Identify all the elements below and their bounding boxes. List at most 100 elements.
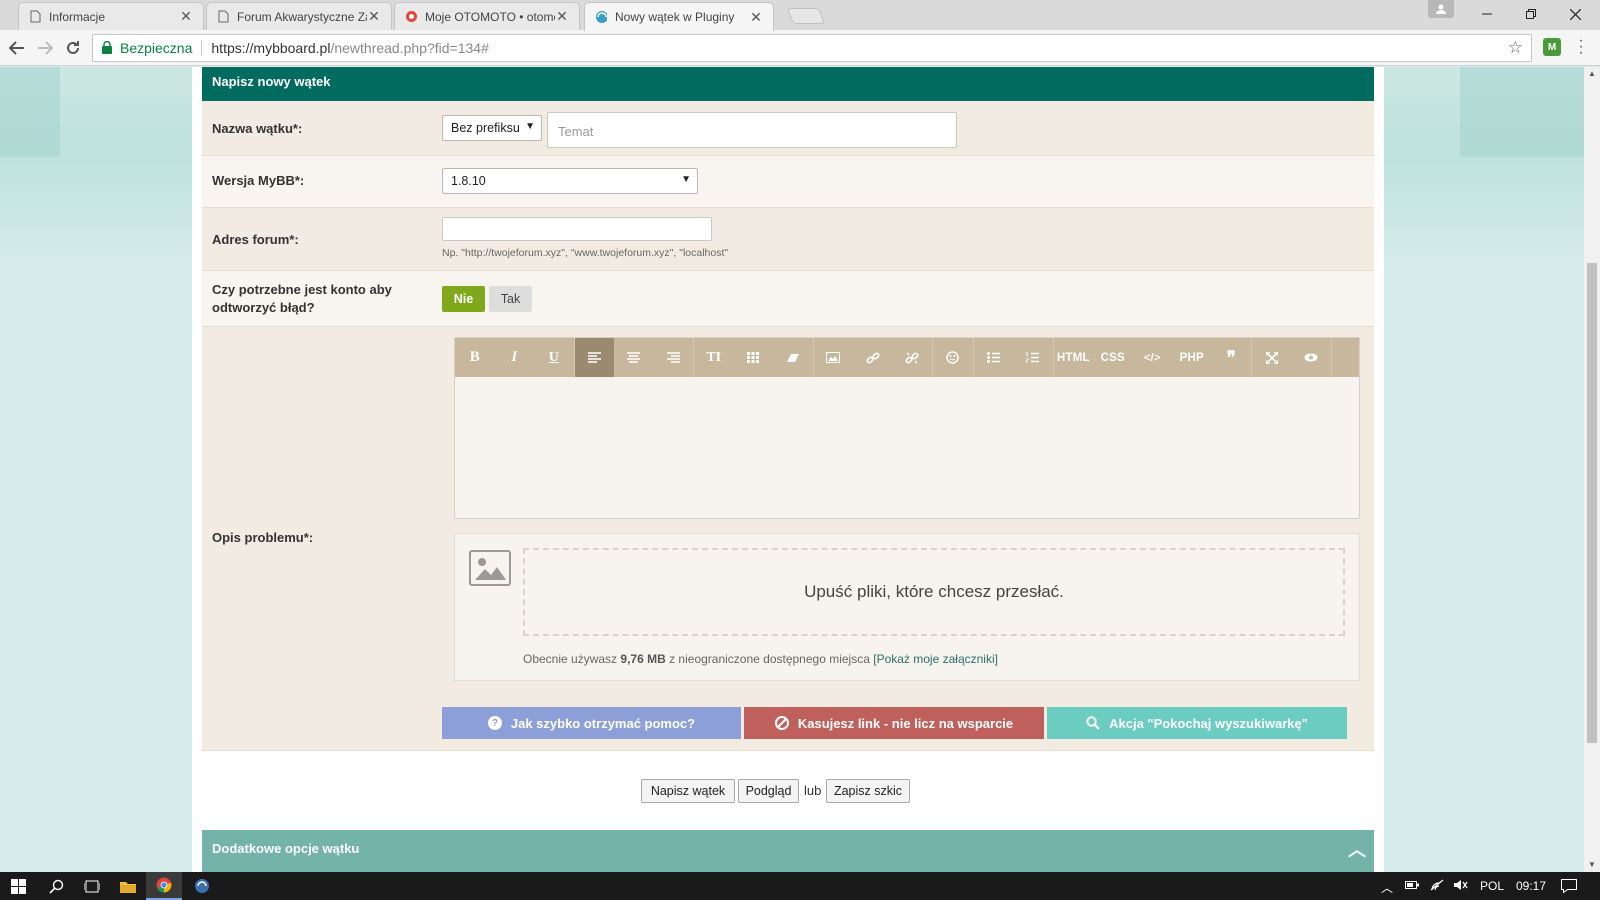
mybb-version-value: 1.8.10 [451,174,486,188]
url-host: https://mybboard.pl [211,40,331,56]
extra-options-header[interactable]: Dodatkowe opcje wątku ︿ [202,830,1374,872]
extra-options-title: Dodatkowe opcje wątku [212,841,360,856]
tray-expand-icon[interactable]: ︿ [1381,879,1393,896]
bookmark-star-icon[interactable]: ☆ [1508,38,1523,58]
close-icon[interactable]: ✕ [749,9,763,26]
battery-icon[interactable] [1405,879,1419,893]
usage-prefix: Obecnie używasz [523,652,618,666]
link-icon[interactable] [853,338,893,377]
chevron-up-icon[interactable]: ︿ [1348,836,1366,862]
forum-address-input[interactable] [442,217,712,241]
search-campaign-label: Akcja "Pokochaj wyszukiwarkę" [1109,715,1308,731]
scroll-thumb[interactable] [1587,263,1597,743]
browser-menu-icon[interactable]: · · · [1574,33,1588,61]
clock[interactable]: 09:17 [1516,879,1546,893]
volume-muted-icon[interactable] [1454,879,1468,894]
rich-text-editor: B I U TI HTML CSS </> PHP ❞ [454,337,1360,519]
help-button[interactable]: ? Jak szybko otrzymać pomoc? [442,707,741,739]
drop-zone[interactable]: Upuść pliki, które chcesz przesłać. [523,548,1345,636]
save-draft-button[interactable]: Zapisz szkic [826,779,910,803]
preview-icon[interactable] [1292,338,1332,377]
browser-tab-active[interactable]: Nowy wątek w Pluginy ✕ [584,2,774,31]
php-button[interactable]: PHP [1172,338,1212,377]
wifi-icon[interactable] [1430,879,1444,894]
user-profile-icon[interactable] [1428,0,1454,18]
forum-address-hint: Np. "http://twojeforum.xyz", "www.twojef… [442,247,729,259]
background-decoration [1460,67,1584,157]
css-button[interactable]: CSS [1093,338,1133,377]
extension-icon[interactable]: M [1543,38,1561,56]
post-thread-button[interactable]: Napisz wątek [641,779,735,803]
mybb-icon [595,10,607,24]
account-required-label: Czy potrzebne jest konto aby odtworzyć b… [212,282,392,315]
file-explorer-icon[interactable] [110,872,146,900]
unlink-icon[interactable] [893,338,933,377]
font-size-icon[interactable]: TI [694,338,734,377]
close-icon[interactable]: ✕ [367,8,381,25]
security-label: Bezpieczna [120,40,203,56]
toggle-no[interactable]: Nie [442,286,485,312]
minimize-icon[interactable] [1464,0,1510,28]
image-icon[interactable] [814,338,854,377]
prefix-select[interactable]: Bez prefiksu ▼ [442,115,542,141]
forward-icon[interactable] [32,35,58,61]
account-required-row: Czy potrzebne jest konto aby odtworzyć b… [202,271,1374,327]
taskbar: ︿ POL 09:17 [0,872,1600,900]
restore-icon[interactable] [1508,0,1554,28]
language-indicator[interactable]: POL [1480,879,1504,893]
close-icon[interactable]: ✕ [555,8,569,25]
align-center-icon[interactable] [614,338,654,377]
mybb-version-row: Wersja MyBB*: 1.8.10 ▼ [202,156,1374,208]
address-bar[interactable]: Bezpieczna https://mybboard.pl/newthread… [92,34,1532,62]
search-icon[interactable] [38,872,74,900]
align-right-icon[interactable] [654,338,694,377]
app-icon[interactable] [184,872,220,900]
scroll-up-icon[interactable]: ▲ [1588,69,1596,78]
preview-button[interactable]: Podgląd [738,779,799,803]
document-icon [217,10,229,24]
emoticon-icon[interactable] [933,338,973,377]
table-icon[interactable] [734,338,774,377]
search-campaign-button[interactable]: Akcja "Pokochaj wyszukiwarkę" [1047,707,1347,739]
browser-tab[interactable]: Moje OTOMOTO • otomo ✕ [394,2,580,30]
editor-textarea[interactable] [455,377,1359,519]
reload-icon[interactable] [60,35,86,61]
italic-icon[interactable]: I [495,338,535,377]
forum-address-label: Adres forum*: [212,232,299,247]
toggle-yes[interactable]: Tak [489,286,532,312]
link-warning-button[interactable]: Kasujesz link - nie licz na wsparcie [744,707,1044,739]
maximize-icon[interactable] [1252,338,1292,377]
eraser-icon[interactable] [773,338,813,377]
numbered-list-icon[interactable] [1013,338,1053,377]
image-placeholder-icon [469,550,511,586]
chrome-icon[interactable] [146,872,182,900]
thread-name-label: Nazwa wątku*: [212,121,303,136]
mybb-version-select[interactable]: 1.8.10 ▼ [442,168,698,194]
code-icon[interactable]: </> [1133,338,1173,377]
back-icon[interactable] [4,35,30,61]
tab-title: Nowy wątek w Pluginy [615,10,735,24]
browser-tab[interactable]: Forum Akwarystyczne Za ✕ [206,2,392,30]
close-window-icon[interactable] [1552,0,1598,28]
show-attachments-link[interactable]: [Pokaż moje załączniki] [873,652,998,666]
quote-icon[interactable]: ❞ [1212,338,1252,377]
page-viewport: Napisz nowy wątek Nazwa wątku*: Bez pref… [0,67,1584,872]
underline-icon[interactable]: U [534,338,574,377]
align-left-icon[interactable] [574,338,614,377]
search-icon [1086,716,1100,730]
browser-tab[interactable]: Informacje ✕ [18,2,204,30]
page-scrollbar[interactable]: ▲ ▼ [1584,67,1600,872]
bullet-list-icon[interactable] [974,338,1014,377]
windows-start-icon[interactable] [0,872,36,900]
tab-title: Moje OTOMOTO • otomo [425,9,555,24]
toolbar-separator [1331,338,1332,377]
subject-input[interactable]: Temat [547,112,957,148]
new-tab-button[interactable] [787,8,825,24]
close-icon[interactable]: ✕ [179,8,193,25]
notifications-icon[interactable] [1561,879,1577,896]
bold-icon[interactable]: B [455,338,495,377]
task-view-icon[interactable] [74,872,110,900]
html-button[interactable]: HTML [1054,338,1094,377]
scroll-down-icon[interactable]: ▼ [1588,860,1596,869]
page-container: Napisz nowy wątek Nazwa wątku*: Bez pref… [192,67,1384,872]
